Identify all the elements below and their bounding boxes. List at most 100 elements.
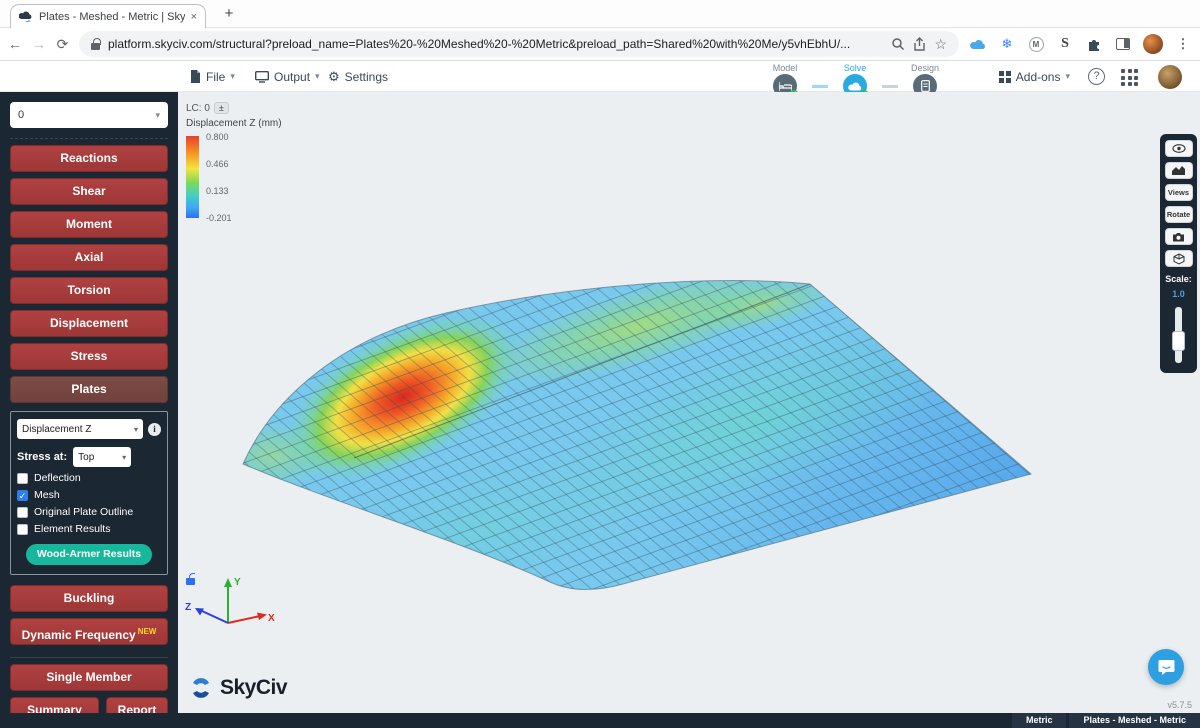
load-case-label: LC: 0 xyxy=(186,103,210,114)
buckling-button[interactable]: Buckling xyxy=(10,585,168,612)
sidebar-toggle-icon[interactable] xyxy=(1114,35,1132,53)
app-toolbar: File▾ Output▾ ⚙ Settings Model ✓ Solve ✓… xyxy=(0,61,1200,92)
reactions-button[interactable]: Reactions xyxy=(10,145,168,172)
deflection-checkbox-row[interactable]: Deflection xyxy=(17,472,161,484)
chat-icon xyxy=(1158,659,1175,676)
results-graph-button[interactable] xyxy=(1165,162,1193,179)
extensions-row: ❄ M S ⋮ xyxy=(969,34,1192,54)
screenshot-button[interactable] xyxy=(1165,228,1193,245)
stress-at-label: Stress at: xyxy=(17,451,67,463)
legend-tick: -0.201 xyxy=(206,213,232,223)
stepper-connector xyxy=(882,85,898,88)
plate-result-type-select[interactable]: Displacement Z▾ xyxy=(17,419,143,439)
rotate-button[interactable]: Rotate xyxy=(1165,206,1193,223)
output-menu[interactable]: Output▾ xyxy=(255,61,320,92)
stepper-connector xyxy=(812,85,828,88)
back-icon[interactable]: ← xyxy=(8,36,22,52)
unit-system-status[interactable]: Metric xyxy=(1012,713,1067,728)
bookmark-star-icon[interactable]: ☆ xyxy=(934,36,947,53)
browser-url-row: ← → ⟳ platform.skyciv.com/structural?pre… xyxy=(0,28,1200,61)
addons-menu[interactable]: Add-ons▾ xyxy=(999,61,1070,92)
displacement-button[interactable]: Displacement xyxy=(10,310,168,337)
cloud-extension-icon[interactable] xyxy=(969,35,987,53)
element-results-checkbox-row[interactable]: Element Results xyxy=(17,523,161,535)
load-case-select[interactable]: 0▾ xyxy=(10,102,168,128)
wood-armer-results-button[interactable]: Wood-Armer Results xyxy=(26,544,152,565)
chevron-down-icon: ▾ xyxy=(122,453,126,462)
axial-button[interactable]: Axial xyxy=(10,244,168,271)
scale-slider[interactable] xyxy=(1175,307,1182,363)
deflection-checkbox[interactable] xyxy=(17,473,28,484)
share-icon[interactable] xyxy=(913,37,926,52)
plusminus-button[interactable]: ± xyxy=(214,102,229,114)
apps-grid-icon[interactable] xyxy=(1121,69,1138,86)
element-results-checkbox[interactable] xyxy=(17,524,28,535)
browser-tab[interactable]: Plates - Meshed - Metric | SkyC × xyxy=(10,4,206,28)
chevron-down-icon: ▾ xyxy=(1065,71,1070,82)
legend-tick: 0.466 xyxy=(206,159,229,169)
axis-x-label: X xyxy=(268,613,275,624)
m-extension-icon[interactable]: M xyxy=(1027,35,1045,53)
legend-tick: 0.133 xyxy=(206,186,229,196)
new-badge: NEW xyxy=(138,627,157,636)
url-text[interactable]: platform.skyciv.com/structural?preload_n… xyxy=(108,37,883,51)
tab-close-icon[interactable]: × xyxy=(191,11,197,23)
skyciv-logo: SkyCiv xyxy=(188,675,287,701)
original-plate-outline-checkbox-row[interactable]: Original Plate Outline xyxy=(17,506,161,518)
mesh-checkbox[interactable]: ✓ xyxy=(17,490,28,501)
forward-icon[interactable]: → xyxy=(32,36,46,52)
axis-z-label: Z xyxy=(185,602,191,613)
scale-slider-thumb[interactable] xyxy=(1172,331,1185,351)
browser-menu-icon[interactable]: ⋮ xyxy=(1174,35,1192,53)
shear-button[interactable]: Shear xyxy=(10,178,168,205)
scale-label: Scale: xyxy=(1165,274,1192,284)
model-icon xyxy=(779,82,792,91)
file-icon xyxy=(190,70,201,83)
model-viewport[interactable]: LC: 0± Displacement Z (mm) 0.800 0.466 0… xyxy=(178,92,1200,713)
model-name-status[interactable]: Plates - Meshed - Metric xyxy=(1069,713,1200,728)
browser-profile-avatar[interactable] xyxy=(1143,34,1163,54)
user-avatar[interactable] xyxy=(1158,65,1182,89)
dynamic-frequency-button[interactable]: Dynamic FrequencyNEW xyxy=(10,618,168,645)
puzzle-extension-icon[interactable] xyxy=(1085,35,1103,53)
divider xyxy=(10,657,168,658)
skyciv-favicon xyxy=(19,11,33,22)
scale-value: 1.0 xyxy=(1172,289,1185,299)
legend-title: Displacement Z (mm) xyxy=(186,118,282,129)
summary-button[interactable]: Summary xyxy=(10,697,99,713)
chat-bubble-button[interactable] xyxy=(1148,649,1184,685)
app-version: v5.7.5 xyxy=(1167,700,1192,710)
original-plate-outline-checkbox[interactable] xyxy=(17,507,28,518)
addons-grid-icon xyxy=(999,71,1011,83)
report-button[interactable]: Report xyxy=(106,697,168,713)
views-button[interactable]: Views xyxy=(1165,184,1193,201)
plate-mesh-render[interactable] xyxy=(178,92,1200,713)
moment-button[interactable]: Moment xyxy=(10,211,168,238)
result-legend: LC: 0 ± Displacement Z (mm) xyxy=(186,102,282,129)
visibility-button[interactable] xyxy=(1165,140,1193,157)
chevron-down-icon: ▾ xyxy=(134,425,138,434)
snowflake-extension-icon[interactable]: ❄ xyxy=(998,35,1016,53)
zoom-search-icon[interactable] xyxy=(891,37,905,51)
new-tab-button[interactable]: + xyxy=(218,5,240,22)
stress-at-select[interactable]: Top▾ xyxy=(73,447,131,467)
file-menu[interactable]: File▾ xyxy=(190,61,235,92)
plates-button[interactable]: Plates xyxy=(10,376,168,403)
help-button[interactable]: ? xyxy=(1088,68,1105,85)
design-doc-icon xyxy=(921,80,930,92)
single-member-button[interactable]: Single Member xyxy=(10,664,168,691)
settings-menu[interactable]: ⚙ Settings xyxy=(328,61,388,92)
info-icon[interactable]: i xyxy=(148,423,161,436)
https-lock-icon xyxy=(91,43,100,50)
stress-button[interactable]: Stress xyxy=(10,343,168,370)
area-chart-icon xyxy=(1172,166,1185,175)
url-bar[interactable]: platform.skyciv.com/structural?preload_n… xyxy=(79,31,959,57)
s-extension-icon[interactable]: S xyxy=(1056,35,1074,53)
axis-triad: Y X Z xyxy=(184,571,276,633)
render-3d-button[interactable] xyxy=(1165,250,1193,267)
reload-icon[interactable]: ⟳ xyxy=(56,36,69,53)
mesh-checkbox-row[interactable]: ✓ Mesh xyxy=(17,489,161,501)
torsion-button[interactable]: Torsion xyxy=(10,277,168,304)
browser-tab-bar: Plates - Meshed - Metric | SkyC × + xyxy=(0,0,1200,28)
legend-color-bar xyxy=(186,136,199,218)
